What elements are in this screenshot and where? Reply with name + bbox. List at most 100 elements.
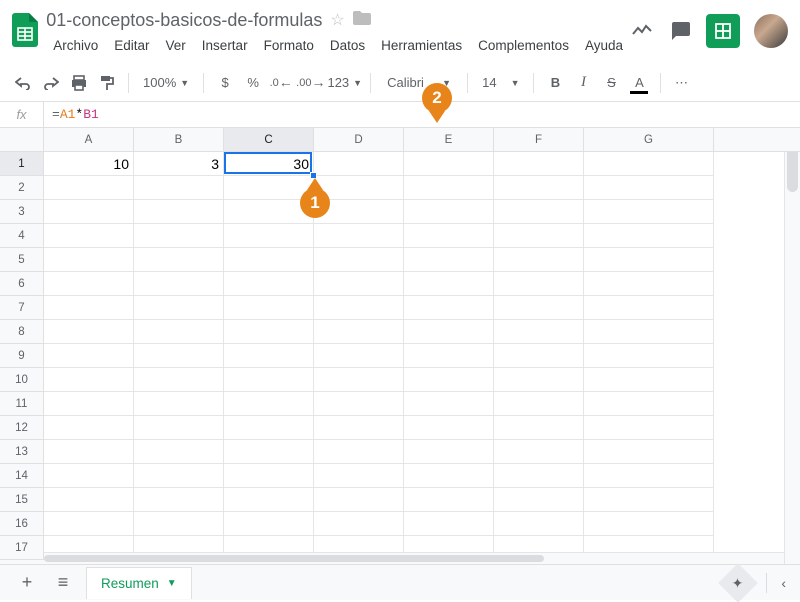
cell-E16[interactable]: [404, 512, 494, 536]
cell-F2[interactable]: [494, 176, 584, 200]
row-header-9[interactable]: 9: [0, 344, 43, 368]
cell-B14[interactable]: [134, 464, 224, 488]
cell-E9[interactable]: [404, 344, 494, 368]
menu-formato[interactable]: Formato: [257, 34, 321, 57]
cell-F16[interactable]: [494, 512, 584, 536]
menu-ver[interactable]: Ver: [159, 34, 193, 57]
cell-A13[interactable]: [44, 440, 134, 464]
cell-D5[interactable]: [314, 248, 404, 272]
cell-G10[interactable]: [584, 368, 714, 392]
cell-E8[interactable]: [404, 320, 494, 344]
cell-A16[interactable]: [44, 512, 134, 536]
row-header-2[interactable]: 2: [0, 176, 43, 200]
account-avatar[interactable]: [754, 14, 788, 48]
cell-C12[interactable]: [224, 416, 314, 440]
cell-D1[interactable]: [314, 152, 404, 176]
cell-F10[interactable]: [494, 368, 584, 392]
cell-C7[interactable]: [224, 296, 314, 320]
cell-B12[interactable]: [134, 416, 224, 440]
cell-D2[interactable]: [314, 176, 404, 200]
cell-E5[interactable]: [404, 248, 494, 272]
cell-C6[interactable]: [224, 272, 314, 296]
column-header-D[interactable]: D: [314, 128, 404, 151]
cell-D13[interactable]: [314, 440, 404, 464]
cell-D7[interactable]: [314, 296, 404, 320]
cell-F14[interactable]: [494, 464, 584, 488]
font-select[interactable]: Calibri▼: [379, 70, 459, 96]
cell-C2[interactable]: [224, 176, 314, 200]
column-header-G[interactable]: G: [584, 128, 714, 151]
cell-E14[interactable]: [404, 464, 494, 488]
menu-datos[interactable]: Datos: [323, 34, 372, 57]
cell-D14[interactable]: [314, 464, 404, 488]
cell-C3[interactable]: [224, 200, 314, 224]
row-header-17[interactable]: 17: [0, 536, 43, 560]
cell-E7[interactable]: [404, 296, 494, 320]
cell-B5[interactable]: [134, 248, 224, 272]
cell-E12[interactable]: [404, 416, 494, 440]
cell-B1[interactable]: 3: [134, 152, 224, 176]
row-header-14[interactable]: 14: [0, 464, 43, 488]
cell-A11[interactable]: [44, 392, 134, 416]
cell-G13[interactable]: [584, 440, 714, 464]
cell-G2[interactable]: [584, 176, 714, 200]
row-header-16[interactable]: 16: [0, 512, 43, 536]
paint-format-icon[interactable]: [94, 70, 120, 96]
cell-B10[interactable]: [134, 368, 224, 392]
cell-D15[interactable]: [314, 488, 404, 512]
cell-E13[interactable]: [404, 440, 494, 464]
cell-B15[interactable]: [134, 488, 224, 512]
cell-F3[interactable]: [494, 200, 584, 224]
cell-A1[interactable]: 10: [44, 152, 134, 176]
cell-B3[interactable]: [134, 200, 224, 224]
cell-B6[interactable]: [134, 272, 224, 296]
cell-A8[interactable]: [44, 320, 134, 344]
sheet-menu-icon[interactable]: ▼: [167, 578, 177, 589]
undo-icon[interactable]: [10, 70, 36, 96]
cell-C10[interactable]: [224, 368, 314, 392]
add-sheet-button[interactable]: +: [14, 570, 40, 596]
cell-E1[interactable]: [404, 152, 494, 176]
cell-B2[interactable]: [134, 176, 224, 200]
menu-herramientas[interactable]: Herramientas: [374, 34, 469, 57]
menu-archivo[interactable]: Archivo: [46, 34, 105, 57]
cell-G6[interactable]: [584, 272, 714, 296]
cell-D3[interactable]: [314, 200, 404, 224]
cell-B16[interactable]: [134, 512, 224, 536]
cell-D6[interactable]: [314, 272, 404, 296]
cell-C13[interactable]: [224, 440, 314, 464]
cell-F11[interactable]: [494, 392, 584, 416]
font-size-select[interactable]: 14▼: [476, 70, 525, 96]
number-format-select[interactable]: 123▼: [327, 70, 362, 96]
cell-F9[interactable]: [494, 344, 584, 368]
cell-G11[interactable]: [584, 392, 714, 416]
comment-icon[interactable]: [668, 19, 692, 43]
menu-complementos[interactable]: Complementos: [471, 34, 576, 57]
cell-D12[interactable]: [314, 416, 404, 440]
row-header-15[interactable]: 15: [0, 488, 43, 512]
cell-G15[interactable]: [584, 488, 714, 512]
cell-B13[interactable]: [134, 440, 224, 464]
zoom-select[interactable]: 100%▼: [137, 70, 195, 96]
cell-B4[interactable]: [134, 224, 224, 248]
cell-C4[interactable]: [224, 224, 314, 248]
share-button[interactable]: [706, 14, 740, 48]
redo-icon[interactable]: [38, 70, 64, 96]
row-header-1[interactable]: 1: [0, 152, 43, 176]
bold-button[interactable]: B: [542, 70, 568, 96]
cell-F4[interactable]: [494, 224, 584, 248]
row-header-3[interactable]: 3: [0, 200, 43, 224]
cell-C11[interactable]: [224, 392, 314, 416]
cell-B8[interactable]: [134, 320, 224, 344]
folder-icon[interactable]: [353, 11, 371, 30]
column-header-B[interactable]: B: [134, 128, 224, 151]
row-header-11[interactable]: 11: [0, 392, 43, 416]
cell-C15[interactable]: [224, 488, 314, 512]
increase-decimal-button[interactable]: .00→: [296, 70, 325, 96]
cell-G8[interactable]: [584, 320, 714, 344]
menu-editar[interactable]: Editar: [107, 34, 156, 57]
cell-D8[interactable]: [314, 320, 404, 344]
row-header-7[interactable]: 7: [0, 296, 43, 320]
cell-A9[interactable]: [44, 344, 134, 368]
cell-D16[interactable]: [314, 512, 404, 536]
